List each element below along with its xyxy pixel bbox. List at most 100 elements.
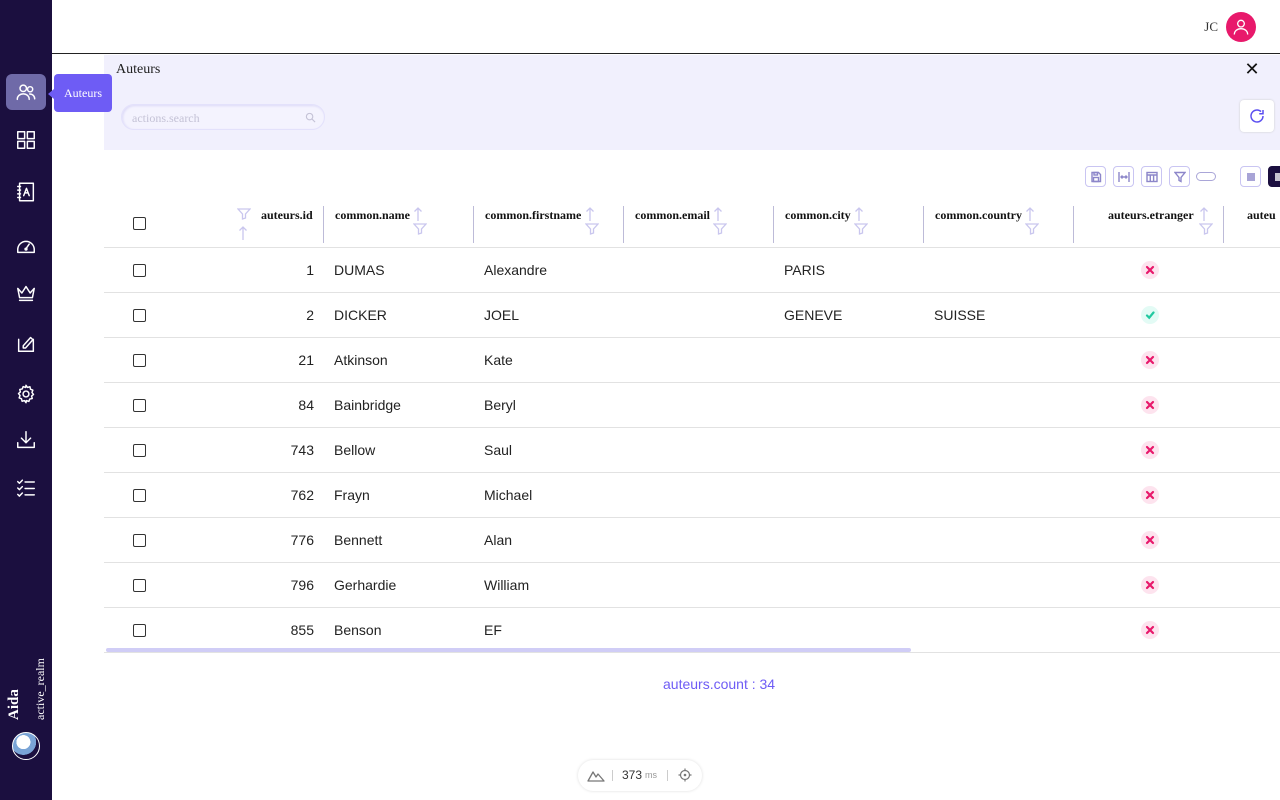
cross-badge bbox=[1141, 441, 1159, 459]
cross-icon bbox=[1145, 580, 1155, 590]
clipboard-edit-icon bbox=[17, 336, 35, 352]
column-header-name[interactable]: common.name bbox=[323, 198, 473, 248]
search-icon[interactable] bbox=[305, 112, 316, 123]
sidebar-item-contacts[interactable] bbox=[6, 174, 46, 210]
filter-icon[interactable] bbox=[413, 223, 427, 235]
refresh-button[interactable] bbox=[1240, 100, 1274, 132]
sort-arrow-icon[interactable] bbox=[1025, 206, 1035, 222]
column-header-id[interactable]: auteurs.id bbox=[234, 198, 324, 248]
table-row[interactable]: 21 Atkinson Kate bbox=[104, 338, 1280, 383]
cross-badge bbox=[1141, 621, 1159, 639]
filter-icon[interactable] bbox=[713, 223, 727, 235]
table-row[interactable]: 1 DUMAS Alexandre PARIS bbox=[104, 248, 1280, 293]
columns-button[interactable] bbox=[1141, 166, 1162, 187]
fit-columns-button[interactable] bbox=[1113, 166, 1134, 187]
table-row[interactable]: 796 Gerhardie William bbox=[104, 563, 1280, 608]
realm-avatar[interactable] bbox=[12, 732, 40, 760]
column-header-email[interactable]: common.email bbox=[623, 198, 773, 248]
table-row[interactable]: 762 Frayn Michael bbox=[104, 473, 1280, 518]
horizontal-scrollbar[interactable] bbox=[106, 648, 911, 652]
sort-arrow-icon[interactable] bbox=[1199, 206, 1209, 222]
sidebar-item-speed[interactable] bbox=[6, 227, 46, 263]
cell-id: 796 bbox=[290, 577, 314, 593]
top-header: JC bbox=[52, 0, 1280, 54]
select-all-checkbox[interactable] bbox=[133, 217, 146, 230]
filter-icon[interactable] bbox=[854, 223, 868, 235]
save-view-button[interactable] bbox=[1085, 166, 1106, 187]
filter-icon[interactable] bbox=[585, 223, 599, 235]
column-header-firstname[interactable]: common.firstname bbox=[473, 198, 623, 248]
sidebar-item-download[interactable] bbox=[6, 422, 46, 458]
cell-country: SUISSE bbox=[934, 307, 986, 323]
filter-icon[interactable] bbox=[237, 208, 251, 220]
column-label: common.name bbox=[335, 208, 410, 222]
table-row[interactable]: 84 Bainbridge Beryl bbox=[104, 383, 1280, 428]
cross-icon bbox=[1145, 400, 1155, 410]
nuxt-logo-icon[interactable] bbox=[587, 769, 605, 782]
response-time-value: 373 bbox=[622, 768, 643, 782]
column-header-country[interactable]: common.country bbox=[923, 198, 1073, 248]
column-separator bbox=[1223, 206, 1224, 243]
cell-id: 21 bbox=[298, 352, 314, 368]
list-icon bbox=[1246, 172, 1255, 181]
sidebar-item-checklist[interactable] bbox=[6, 470, 46, 506]
row-checkbox[interactable] bbox=[133, 444, 146, 457]
column-label: auteu bbox=[1247, 208, 1276, 222]
row-checkbox[interactable] bbox=[133, 624, 146, 637]
list-view-button[interactable] bbox=[1240, 166, 1261, 187]
perf-widget: 373 ms bbox=[578, 760, 702, 791]
sidebar-item-tasks[interactable] bbox=[6, 325, 46, 361]
cell-city: PARIS bbox=[784, 262, 825, 278]
brand-name: Aida bbox=[6, 689, 22, 720]
filter-icon[interactable] bbox=[1025, 223, 1039, 235]
column-label: auteurs.id bbox=[261, 208, 313, 222]
column-separator bbox=[773, 206, 774, 243]
filter-icon[interactable] bbox=[1199, 223, 1213, 235]
sidebar-item-authors[interactable] bbox=[6, 74, 46, 110]
row-checkbox[interactable] bbox=[133, 264, 146, 277]
table-row[interactable]: 743 Bellow Saul bbox=[104, 428, 1280, 473]
sort-arrow-icon[interactable] bbox=[238, 225, 248, 241]
panel-header: Auteurs ✕ bbox=[104, 55, 1280, 150]
table-view-button[interactable] bbox=[1268, 166, 1280, 187]
column-label: common.firstname bbox=[485, 208, 582, 222]
scrollbar-track bbox=[104, 652, 1280, 653]
check-badge bbox=[1141, 306, 1159, 324]
column-header-etranger[interactable]: auteurs.etranger bbox=[1073, 198, 1223, 248]
sort-arrow-icon[interactable] bbox=[413, 206, 423, 222]
row-checkbox[interactable] bbox=[133, 534, 146, 547]
cell-name: Benson bbox=[334, 622, 382, 638]
table-row[interactable]: 776 Bennett Alan bbox=[104, 518, 1280, 563]
column-header-truncated[interactable]: auteu bbox=[1223, 198, 1280, 248]
search-input[interactable] bbox=[132, 109, 302, 127]
sidebar-item-dashboard[interactable] bbox=[6, 122, 46, 158]
filter-button[interactable] bbox=[1169, 166, 1190, 187]
cross-badge bbox=[1141, 396, 1159, 414]
sidebar-item-settings[interactable] bbox=[6, 376, 46, 412]
sort-arrow-icon[interactable] bbox=[585, 206, 595, 222]
row-checkbox[interactable] bbox=[133, 579, 146, 592]
cell-firstname: Saul bbox=[484, 442, 513, 458]
cell-name: Atkinson bbox=[334, 352, 388, 368]
column-header-city[interactable]: common.city bbox=[773, 198, 923, 248]
toggle-switch[interactable] bbox=[1196, 172, 1216, 181]
user-avatar-button[interactable] bbox=[1226, 12, 1256, 42]
crosshair-icon[interactable] bbox=[678, 768, 692, 782]
row-checkbox[interactable] bbox=[133, 354, 146, 367]
cell-firstname: JOEL bbox=[484, 307, 520, 323]
address-book-icon bbox=[17, 182, 35, 202]
table-row[interactable]: 2 DICKER JOEL GENEVE SUISSE bbox=[104, 293, 1280, 338]
table-row[interactable]: 855 Benson EF bbox=[104, 608, 1280, 653]
sidebar-item-premium[interactable] bbox=[6, 275, 46, 311]
columns-icon bbox=[1145, 171, 1158, 182]
row-checkbox[interactable] bbox=[133, 309, 146, 322]
row-checkbox[interactable] bbox=[133, 399, 146, 412]
sort-arrow-icon[interactable] bbox=[713, 206, 723, 222]
user-icon bbox=[1233, 19, 1249, 35]
sidebar-tooltip: Auteurs bbox=[48, 74, 112, 112]
column-separator bbox=[923, 206, 924, 243]
crown-icon bbox=[17, 285, 35, 302]
sort-arrow-icon[interactable] bbox=[854, 206, 864, 222]
row-checkbox[interactable] bbox=[133, 489, 146, 502]
close-icon[interactable]: ✕ bbox=[1244, 60, 1260, 78]
